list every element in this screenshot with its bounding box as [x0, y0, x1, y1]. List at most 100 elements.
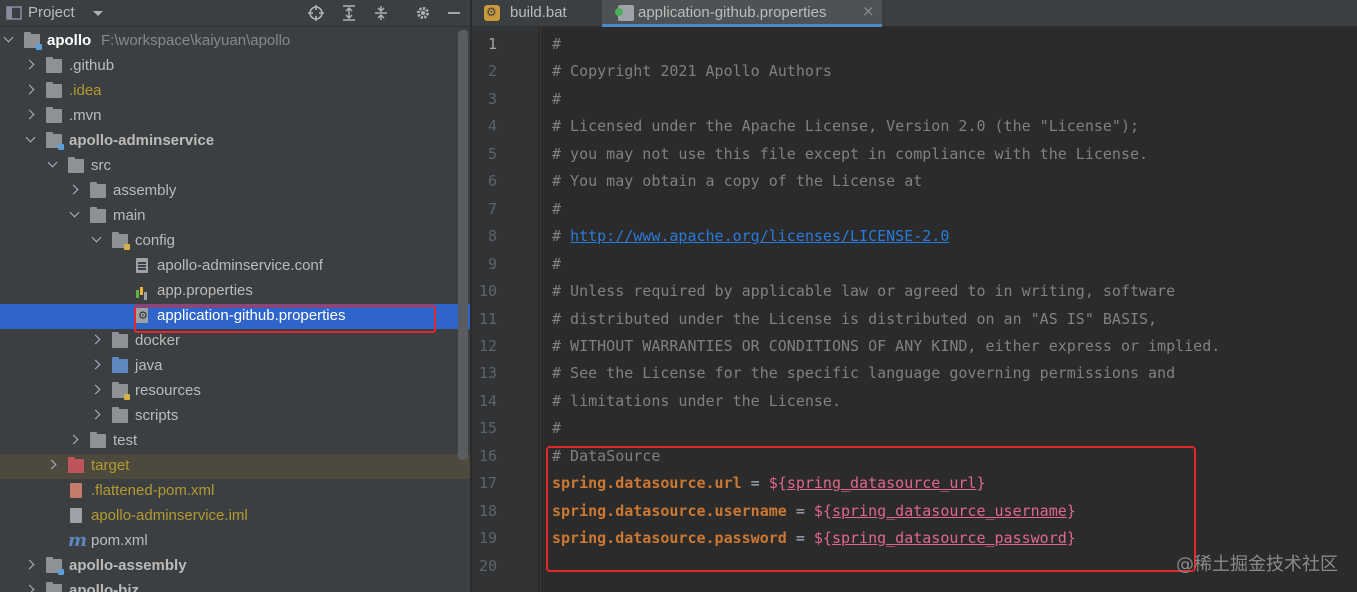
tree-item-label: pom.xml — [91, 532, 148, 549]
chevron-right-icon[interactable] — [90, 383, 102, 397]
code-token[interactable]: http://www.apache.org/licenses/LICENSE-2… — [570, 227, 949, 245]
tab-build-bat[interactable]: build.bat — [472, 0, 602, 26]
chevron-down-icon[interactable] — [2, 33, 14, 47]
code-token: # — [552, 254, 562, 273]
gutter-divider — [540, 27, 541, 592]
chevron-down-icon[interactable] — [90, 233, 102, 247]
chevron-right-icon[interactable] — [90, 358, 102, 372]
tree-item-label: .github — [69, 57, 115, 74]
chevron-right-icon[interactable] — [24, 583, 36, 592]
tree-item-apollo-adminservice-iml[interactable]: apollo-adminservice.iml — [0, 504, 470, 529]
module-folder-icon — [24, 32, 42, 50]
line-number: 7 — [487, 199, 497, 218]
tree-item-label: .mvn — [69, 107, 102, 124]
chevron-right-icon[interactable] — [90, 408, 102, 422]
folder-icon — [46, 82, 62, 98]
module-folder-icon — [46, 557, 64, 575]
code-line[interactable]: # limitations under the License. — [552, 391, 841, 411]
project-view-dropdown-icon[interactable] — [90, 5, 106, 21]
code-token: # — [552, 35, 562, 53]
tree-item-config[interactable]: config — [0, 229, 470, 254]
chevron-down-icon[interactable] — [46, 158, 58, 172]
line-number: 15 — [478, 419, 497, 438]
settings-icon[interactable] — [415, 5, 431, 21]
code-line[interactable]: # Licensed under the Apache License, Ver… — [552, 116, 1139, 136]
tree-item-apollo-adminservice[interactable]: apollo-adminservice — [0, 129, 470, 154]
chevron-right-icon[interactable] — [90, 333, 102, 347]
tree-item-src[interactable]: src — [0, 154, 470, 179]
tree-item-resources[interactable]: resources — [0, 379, 470, 404]
project-panel-header: Project — [0, 0, 470, 27]
chevron-right-icon[interactable] — [46, 458, 58, 472]
line-number: 11 — [478, 309, 497, 328]
tree-item-idea[interactable]: .idea — [0, 79, 470, 104]
code-line[interactable]: # See the License for the specific langu… — [552, 363, 1175, 383]
chevron-down-icon[interactable] — [24, 133, 36, 147]
tree-item-label: apollo-adminservice.conf — [157, 257, 323, 274]
locate-icon[interactable] — [308, 5, 324, 21]
collapse-all-icon[interactable] — [373, 5, 389, 21]
project-view-title[interactable]: Project — [28, 4, 75, 21]
tree-item-pom-xml[interactable]: m pom.xml — [0, 529, 470, 554]
code-token: # You may obtain a copy of the License a… — [552, 172, 923, 191]
code-line[interactable]: # — [552, 89, 561, 109]
tree-item-mvn[interactable]: .mvn — [0, 104, 470, 129]
line-number: 8 — [487, 227, 497, 246]
tree-item-label: apollo-adminservice.iml — [91, 507, 248, 524]
tree-item-main[interactable]: main — [0, 204, 470, 229]
chevron-right-icon[interactable] — [24, 108, 36, 122]
tree-item-label: app.properties — [157, 282, 253, 299]
line-number: 1 — [487, 35, 497, 53]
tree-item-apollo-biz[interactable]: apollo-biz — [0, 579, 470, 592]
chevron-right-icon[interactable] — [24, 58, 36, 72]
code-line[interactable]: # You may obtain a copy of the License a… — [552, 171, 922, 191]
tree-item-app-properties[interactable]: app.properties — [0, 279, 470, 304]
chevron-right-icon[interactable] — [68, 433, 80, 447]
code-line[interactable]: # Unless required by applicable law or a… — [552, 281, 1175, 301]
tree-item-scripts[interactable]: scripts — [0, 404, 470, 429]
code-line[interactable]: # — [552, 254, 561, 274]
code-line[interactable]: # Copyright 2021 Apollo Authors — [552, 61, 832, 81]
tree-item-apollo-adminservice-conf[interactable]: apollo-adminservice.conf — [0, 254, 470, 279]
tab-label: application-github.properties — [638, 4, 827, 21]
code-line[interactable]: # — [552, 34, 561, 54]
hide-panel-icon[interactable] — [446, 5, 462, 21]
tree-item-apollo-assembly[interactable]: apollo-assembly — [0, 554, 470, 579]
code-token: # Copyright 2021 Apollo Authors — [552, 62, 832, 81]
tree-item-apollo[interactable]: apollo F:\workspace\kaiyuan\apollo — [0, 29, 470, 54]
expand-all-icon[interactable] — [341, 5, 357, 21]
tree-item-target[interactable]: target — [0, 454, 470, 479]
chevron-right-icon[interactable] — [68, 183, 80, 197]
code-line[interactable]: # http://www.apache.org/licenses/LICENSE… — [552, 226, 949, 246]
code-token: # you may not use this file except in co… — [552, 144, 1149, 163]
tab-application-github-properties[interactable]: application-github.properties × — [602, 0, 882, 27]
tab-close-icon[interactable]: × — [862, 2, 875, 20]
excluded-folder-icon — [68, 457, 84, 473]
xml-file-icon — [70, 483, 82, 498]
chevron-right-icon[interactable] — [24, 83, 36, 97]
code-token: # limitations under the License. — [552, 391, 841, 410]
tree-item-label: .flattened-pom.xml — [91, 482, 215, 499]
chevron-down-icon[interactable] — [68, 208, 80, 222]
code-line[interactable]: # you may not use this file except in co… — [552, 144, 1148, 164]
project-scrollbar[interactable] — [458, 30, 468, 460]
folder-icon — [90, 432, 106, 448]
tab-label: build.bat — [510, 4, 567, 21]
code-token: # Unless required by applicable law or a… — [552, 282, 1176, 301]
tree-item-github[interactable]: .github — [0, 54, 470, 79]
tree-item-test[interactable]: test — [0, 429, 470, 454]
tree-item-java[interactable]: java — [0, 354, 470, 379]
tree-item-flattened-pom-xml[interactable]: .flattened-pom.xml — [0, 479, 470, 504]
chevron-right-icon[interactable] — [24, 558, 36, 572]
code-line[interactable]: # — [552, 199, 561, 219]
line-number: 13 — [478, 364, 497, 383]
tree-item-label: apollo-biz — [69, 582, 139, 592]
code-line[interactable]: # — [552, 418, 561, 438]
tree-item-label: apollo-adminservice — [69, 132, 215, 149]
line-number: 10 — [478, 282, 497, 301]
code-line[interactable]: # distributed under the License is distr… — [552, 309, 1157, 329]
code-line[interactable]: # WITHOUT WARRANTIES OR CONDITIONS OF AN… — [552, 336, 1220, 356]
tree-item-assembly[interactable]: assembly — [0, 179, 470, 204]
properties-file-icon — [136, 283, 148, 298]
project-path: F:\workspace\kaiyuan\apollo — [101, 32, 291, 49]
